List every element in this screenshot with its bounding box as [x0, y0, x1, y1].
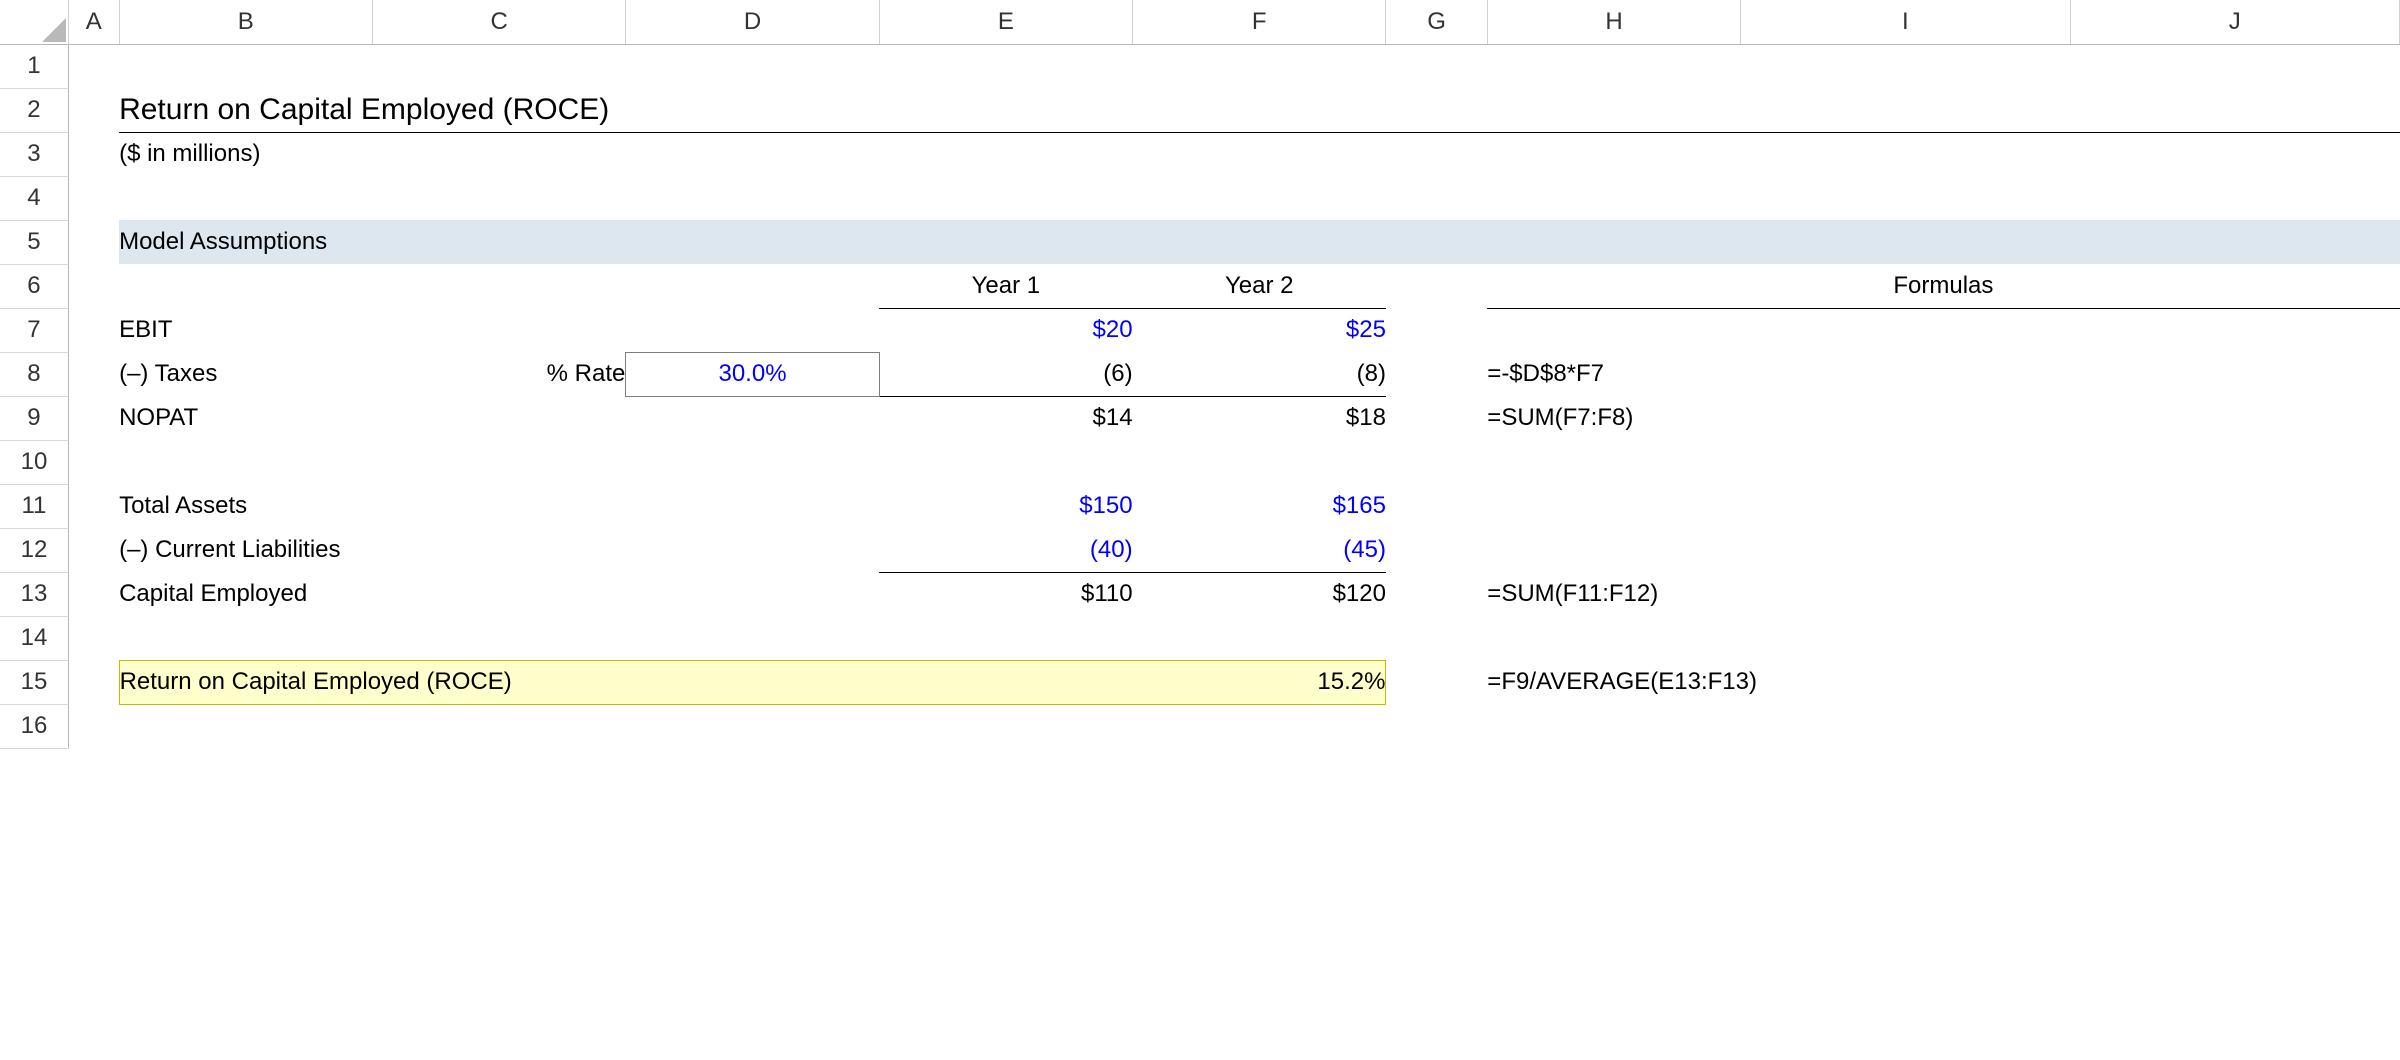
- cell-G13[interactable]: [1386, 572, 1487, 616]
- label-current-liabilities[interactable]: (–) Current Liabilities: [119, 528, 879, 572]
- cell[interactable]: [68, 440, 2399, 484]
- col-header-G[interactable]: G: [1386, 0, 1487, 44]
- page-title[interactable]: Return on Capital Employed (ROCE): [119, 88, 2399, 132]
- formula-nopat[interactable]: =SUM(F7:F8): [1487, 396, 2399, 440]
- label-nopat[interactable]: NOPAT: [119, 396, 879, 440]
- row-header-3[interactable]: 3: [0, 132, 68, 176]
- col-header-H[interactable]: H: [1487, 0, 1740, 44]
- col-header-F[interactable]: F: [1133, 0, 1386, 44]
- label-taxes[interactable]: (–) Taxes: [119, 352, 372, 396]
- label-capital-employed[interactable]: Capital Employed: [119, 572, 879, 616]
- label-roce[interactable]: Return on Capital Employed (ROCE): [119, 660, 1133, 704]
- col-header-C[interactable]: C: [372, 0, 625, 44]
- cell-A7[interactable]: [68, 308, 119, 352]
- cell-G11[interactable]: [1386, 484, 1487, 528]
- value-roce[interactable]: 15.2%: [1133, 660, 1386, 704]
- value-assets-y1[interactable]: $150: [879, 484, 1132, 528]
- row-header-15[interactable]: 15: [0, 660, 68, 704]
- cell[interactable]: [68, 704, 2399, 748]
- row-header-14[interactable]: 14: [0, 616, 68, 660]
- cell[interactable]: [68, 176, 2399, 220]
- value-cap-y1[interactable]: $110: [879, 572, 1132, 616]
- row-header-4[interactable]: 4: [0, 176, 68, 220]
- formula-capital-employed[interactable]: =SUM(F11:F12): [1487, 572, 2399, 616]
- formula-roce[interactable]: =F9/AVERAGE(E13:F13): [1487, 660, 2399, 704]
- label-ebit[interactable]: EBIT: [119, 308, 879, 352]
- cell-A8[interactable]: [68, 352, 119, 396]
- row-header-16[interactable]: 16: [0, 704, 68, 748]
- cell-A2[interactable]: [68, 88, 119, 132]
- cell-H12[interactable]: [1487, 528, 2399, 572]
- value-nopat-y1[interactable]: $14: [879, 396, 1132, 440]
- value-ebit-y2[interactable]: $25: [1133, 308, 1386, 352]
- col-header-D[interactable]: D: [626, 0, 879, 44]
- col-header-J[interactable]: J: [2070, 0, 2399, 44]
- row-header-8[interactable]: 8: [0, 352, 68, 396]
- row-header-5[interactable]: 5: [0, 220, 68, 264]
- col-header-B[interactable]: B: [119, 0, 372, 44]
- row-header-10[interactable]: 10: [0, 440, 68, 484]
- value-cl-y2[interactable]: (45): [1133, 528, 1386, 572]
- header-formulas[interactable]: Formulas: [1487, 264, 2399, 308]
- label-pct-rate[interactable]: % Rate: [372, 352, 625, 396]
- label-total-assets[interactable]: Total Assets: [119, 484, 879, 528]
- cell-A15[interactable]: [68, 660, 119, 704]
- cell-D6[interactable]: [626, 264, 879, 308]
- col-header-E[interactable]: E: [879, 0, 1132, 44]
- col-header-I[interactable]: I: [1741, 0, 2070, 44]
- value-taxes-y2[interactable]: (8): [1133, 352, 1386, 396]
- cell-B6[interactable]: [119, 264, 372, 308]
- section-header[interactable]: Model Assumptions: [119, 220, 2399, 264]
- cell[interactable]: [68, 616, 2399, 660]
- value-nopat-y2[interactable]: $18: [1133, 396, 1386, 440]
- row-header-6[interactable]: 6: [0, 264, 68, 308]
- cell-G8[interactable]: [1386, 352, 1487, 396]
- spreadsheet[interactable]: A B C D E F G H I J 1 2 Return on Capita…: [0, 0, 2400, 749]
- cell-H7[interactable]: [1487, 308, 2399, 352]
- select-all-corner[interactable]: [0, 0, 68, 44]
- col-header-A[interactable]: A: [68, 0, 119, 44]
- value-ebit-y1[interactable]: $20: [879, 308, 1132, 352]
- row-header-1[interactable]: 1: [0, 44, 68, 88]
- row-header-11[interactable]: 11: [0, 484, 68, 528]
- value-assets-y2[interactable]: $165: [1133, 484, 1386, 528]
- subtitle[interactable]: ($ in millions): [119, 132, 2399, 176]
- cell-A9[interactable]: [68, 396, 119, 440]
- cell-A12[interactable]: [68, 528, 119, 572]
- cell-A13[interactable]: [68, 572, 119, 616]
- value-cap-y2[interactable]: $120: [1133, 572, 1386, 616]
- cell-G12[interactable]: [1386, 528, 1487, 572]
- value-cl-y1[interactable]: (40): [879, 528, 1132, 572]
- input-tax-rate[interactable]: 30.0%: [626, 352, 879, 396]
- row-header-2[interactable]: 2: [0, 88, 68, 132]
- cell-A3[interactable]: [68, 132, 119, 176]
- formula-taxes[interactable]: =-$D$8*F7: [1487, 352, 2399, 396]
- column-header-row: A B C D E F G H I J: [0, 0, 2400, 44]
- row-header-13[interactable]: 13: [0, 572, 68, 616]
- cell-G7[interactable]: [1386, 308, 1487, 352]
- row-header-7[interactable]: 7: [0, 308, 68, 352]
- cell-C6[interactable]: [372, 264, 625, 308]
- header-year1[interactable]: Year 1: [879, 264, 1132, 308]
- cell-H11[interactable]: [1487, 484, 2399, 528]
- row-header-9[interactable]: 9: [0, 396, 68, 440]
- cell-A6[interactable]: [68, 264, 119, 308]
- cell-G9[interactable]: [1386, 396, 1487, 440]
- cell-A5[interactable]: [68, 220, 119, 264]
- cell[interactable]: [68, 44, 2399, 88]
- value-taxes-y1[interactable]: (6): [879, 352, 1132, 396]
- row-header-12[interactable]: 12: [0, 528, 68, 572]
- cell-G6[interactable]: [1386, 264, 1487, 308]
- header-year2[interactable]: Year 2: [1133, 264, 1386, 308]
- cell-G15[interactable]: [1386, 660, 1487, 704]
- cell-A11[interactable]: [68, 484, 119, 528]
- grid[interactable]: A B C D E F G H I J 1 2 Return on Capita…: [0, 0, 2400, 749]
